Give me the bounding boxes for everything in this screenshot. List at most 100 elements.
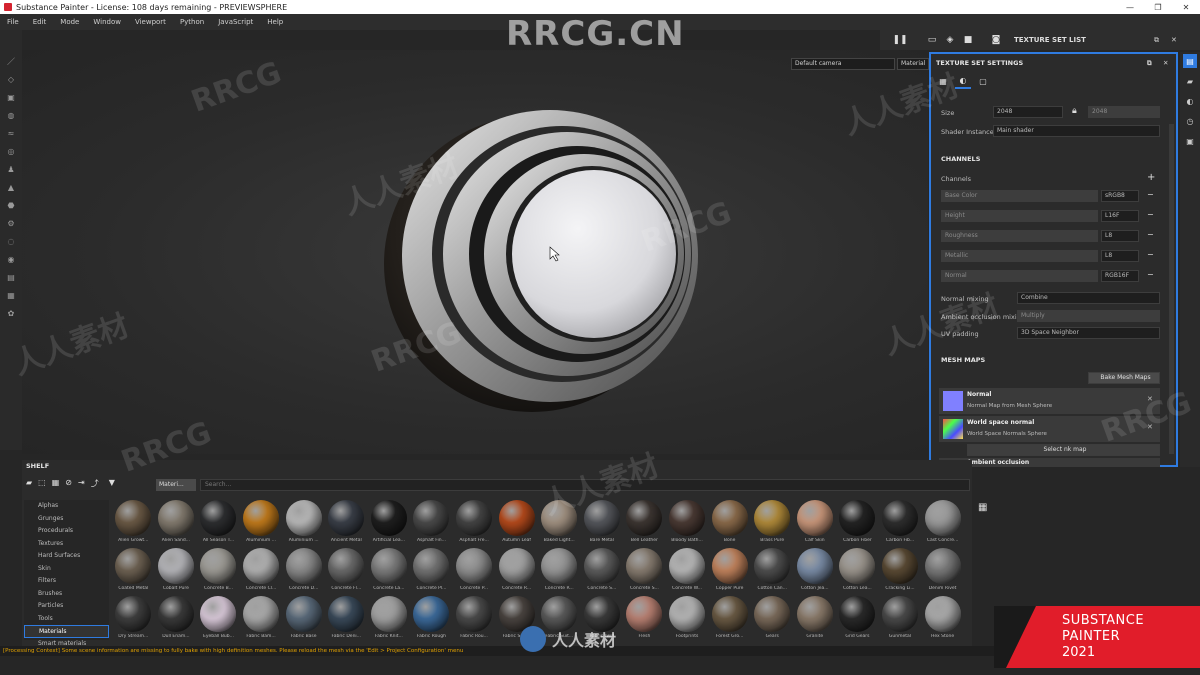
uv-tab-icon[interactable]: ▢ — [975, 73, 991, 89]
remove-channel-icon[interactable]: − — [1147, 190, 1154, 199]
material-thumbnail[interactable]: Cotton Jea... — [794, 548, 837, 596]
category-filters[interactable]: Filters — [24, 575, 109, 588]
document-icon[interactable]: ▦ — [6, 290, 16, 300]
category-brushes[interactable]: Brushes — [24, 588, 109, 601]
material-thumbnail[interactable]: Concrete P... — [453, 548, 496, 596]
material-thumbnail[interactable]: Cobalt Pure — [155, 548, 198, 596]
history-icon[interactable]: ◷ — [1183, 114, 1197, 128]
menu-mode[interactable]: Mode — [53, 18, 86, 26]
material-thumbnail[interactable]: Ancient Metal — [325, 500, 368, 548]
remove-channel-icon[interactable]: − — [1147, 230, 1154, 239]
material-thumbnail[interactable]: Carbon Fib... — [879, 500, 922, 548]
remove-channel-icon[interactable]: − — [1147, 210, 1154, 219]
material-thumbnail[interactable]: Coated Metal — [112, 548, 155, 596]
import-icon[interactable]: ⇥ — [78, 478, 85, 489]
channel-format-dropdown[interactable]: L16F — [1101, 210, 1139, 222]
folder-icon[interactable]: ▭ — [926, 35, 938, 45]
material-thumbnail[interactable]: Dull Enam... — [155, 596, 198, 644]
grid-icon[interactable]: ▦ — [52, 478, 60, 489]
remove-channel-icon[interactable]: − — [1147, 270, 1154, 279]
material-thumbnail[interactable]: Cracking Li... — [879, 548, 922, 596]
material-thumbnail[interactable]: All Season T... — [197, 500, 240, 548]
mesh-map-world-space-normal[interactable]: World space normal World Space Normals S… — [939, 416, 1160, 442]
material-thumbnail[interactable]: Copper Pure — [708, 548, 751, 596]
geometry-fill-icon[interactable]: ◍ — [6, 110, 16, 120]
texture-set-icon[interactable]: ▤ — [1183, 54, 1197, 68]
channel-format-dropdown[interactable]: sRGB8 — [1101, 190, 1139, 202]
menu-edit[interactable]: Edit — [26, 18, 54, 26]
material-thumbnail[interactable]: Aluminium ... — [282, 500, 325, 548]
material-thumbnail[interactable]: Concrete S... — [623, 548, 666, 596]
category-tools[interactable]: Tools — [24, 613, 109, 626]
cube-icon[interactable]: ◈ — [944, 35, 956, 45]
material-thumbnail[interactable]: Concrete Cl... — [240, 548, 283, 596]
material-thumbnail[interactable]: Bell Leather — [623, 500, 666, 548]
smudge-icon[interactable]: ≈ — [6, 128, 16, 138]
material-thumbnail[interactable]: Concrete B... — [197, 548, 240, 596]
bake-mesh-maps-button[interactable]: Bake Mesh Maps — [1088, 372, 1160, 384]
material-thumbnail[interactable]: Fabric Bam... — [240, 596, 283, 644]
material-thumbnail[interactable]: Asphalt Fre... — [453, 500, 496, 548]
uv-padding-dropdown[interactable]: 3D Space Neighbor — [1017, 327, 1160, 339]
add-channel-icon[interactable]: + — [1147, 172, 1155, 183]
float-icon[interactable]: ⧉ — [1147, 59, 1152, 68]
category-alphas[interactable]: Alphas — [24, 500, 109, 513]
category-grunges[interactable]: Grunges — [24, 513, 109, 526]
menu-file[interactable]: File — [0, 18, 26, 26]
clone-icon[interactable]: ◎ — [6, 146, 16, 156]
material-thumbnail[interactable]: Fabric Knit... — [368, 596, 411, 644]
material-thumbnail[interactable]: Concrete Fl... — [325, 548, 368, 596]
paint-brush-icon[interactable]: ／ — [6, 56, 16, 66]
pause-icon[interactable]: ❚❚ — [892, 35, 907, 45]
material-thumbnail[interactable]: Fabric Rou... — [453, 596, 496, 644]
maximize-button[interactable]: ❐ — [1144, 0, 1172, 14]
sphere-icon[interactable]: ◐ — [1183, 94, 1197, 108]
material-thumbnail[interactable]: Concrete S... — [581, 548, 624, 596]
bake-icon[interactable]: ⬣ — [6, 200, 16, 210]
material-thumbnail[interactable]: Fabric Base — [282, 596, 325, 644]
shelf-search-input[interactable]: Search... — [200, 479, 970, 491]
material-thumbnail[interactable]: Granite — [794, 596, 837, 644]
material-thumbnail[interactable]: Calf Skin — [794, 500, 837, 548]
material-thumbnail[interactable]: Flesh — [623, 596, 666, 644]
normal-mixing-dropdown[interactable]: Combine — [1017, 292, 1160, 304]
category-procedurals[interactable]: Procedurals — [24, 525, 109, 538]
layers-icon[interactable]: ▣ — [1183, 134, 1197, 148]
material-thumbnail[interactable]: Grid Gears — [836, 596, 879, 644]
size-dropdown[interactable]: 2048 — [993, 106, 1063, 118]
hide-icon[interactable]: ⊘ — [65, 478, 72, 489]
new-shelf-icon[interactable]: ⬚ — [38, 478, 46, 489]
category-particles[interactable]: Particles — [24, 600, 109, 613]
panel-float-icon[interactable]: ⧉ — [1154, 36, 1159, 45]
material-thumbnail[interactable]: Gunmetal — [879, 596, 922, 644]
filter-icon[interactable]: ▼ — [109, 478, 115, 489]
camera-icon[interactable]: ■ — [962, 35, 974, 45]
channel-format-dropdown[interactable]: L8 — [1101, 250, 1139, 262]
material-thumbnail[interactable]: Brass Pure — [751, 500, 794, 548]
category-materials[interactable]: Materials — [24, 625, 109, 638]
export-icon[interactable]: ⤴ — [91, 478, 99, 489]
material-thumbnail[interactable]: Bare Metal — [581, 500, 624, 548]
camera-dropdown[interactable]: Default camera — [791, 58, 895, 70]
material-thumbnail[interactable]: Autumn Leaf — [495, 500, 538, 548]
material-thumbnail[interactable]: Forest Gro... — [708, 596, 751, 644]
panel-close-icon[interactable]: ✕ — [1171, 36, 1177, 44]
material-thumbnail[interactable]: Bloody Bath... — [666, 500, 709, 548]
material-thumbnail[interactable]: Dry Stream... — [112, 596, 155, 644]
minimize-button[interactable]: — — [1116, 0, 1144, 14]
material-thumbnail[interactable]: Cotton Lea... — [836, 548, 879, 596]
material-thumbnail[interactable]: Concrete R... — [495, 548, 538, 596]
material-thumbnail[interactable]: Eyeball Bub... — [197, 596, 240, 644]
material-thumbnail[interactable]: Concrete R... — [538, 548, 581, 596]
display-icon[interactable]: ◉ — [6, 254, 16, 264]
menu-window[interactable]: Window — [86, 18, 128, 26]
material-thumbnail[interactable]: Alien Sand... — [155, 500, 198, 548]
menu-javascript[interactable]: JavaScript — [211, 18, 260, 26]
channel-format-dropdown[interactable]: RGB16F — [1101, 270, 1139, 282]
material-thumbnail[interactable]: Denim Rivet — [921, 548, 964, 596]
plugin-icon[interactable]: ✿ — [6, 308, 16, 318]
channel-format-dropdown[interactable]: L8 — [1101, 230, 1139, 242]
material-thumbnail[interactable]: Cotton Can... — [751, 548, 794, 596]
folder-icon[interactable]: ▰ — [26, 478, 32, 489]
texture-set-list-label[interactable]: TEXTURE SET LIST — [1014, 36, 1086, 44]
